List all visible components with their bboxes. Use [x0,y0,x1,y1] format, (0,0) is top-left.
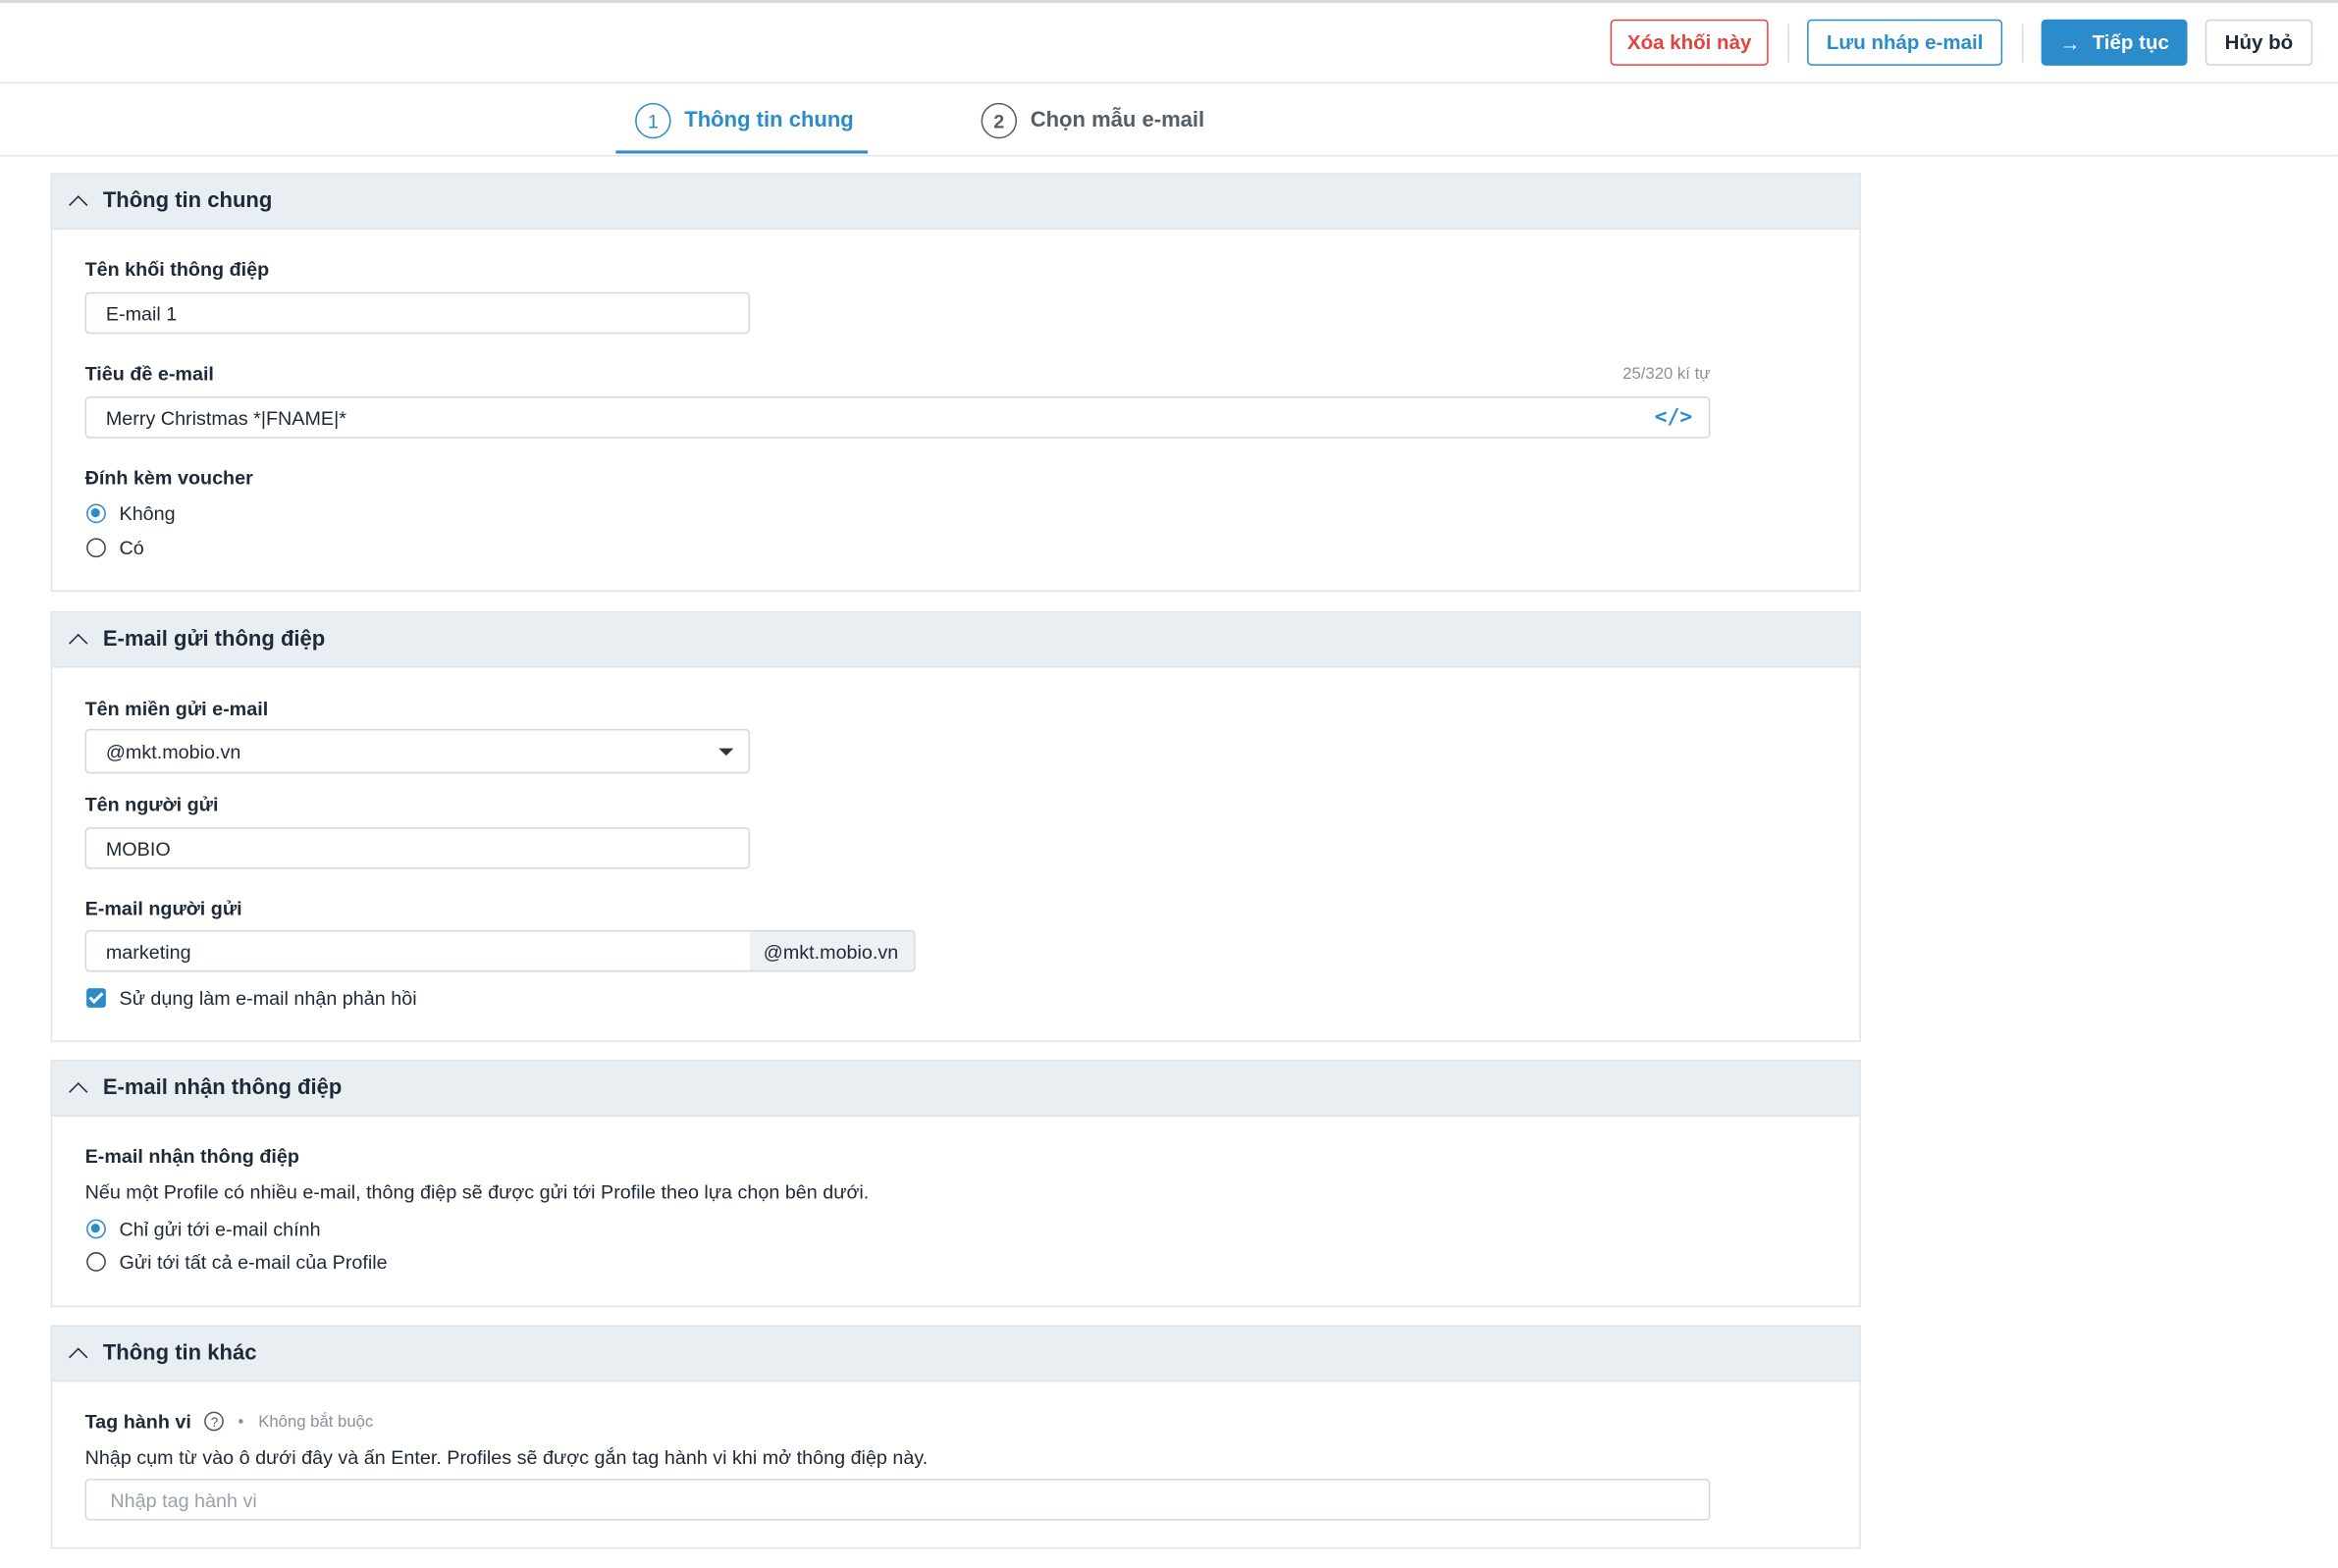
radio-selected[interactable] [86,1219,106,1239]
radio-label: Không [119,501,176,525]
step-number: 2 [981,102,1018,139]
radio-unselected[interactable] [86,1252,106,1272]
toolbar-divider [1787,24,1789,63]
delete-block-button[interactable]: Xóa khối này [1610,19,1769,66]
receiver-option-primary[interactable]: Chỉ gửi tới e-mail chính [86,1218,321,1240]
voucher-label: Đính kèm voucher [84,466,253,490]
reply-email-checkbox-row[interactable]: Sử dụng làm e-mail nhận phản hồi [86,986,417,1010]
active-step-indicator [615,150,869,154]
cancel-button[interactable]: Hủy bỏ [2205,19,2313,66]
radio-unselected[interactable] [86,538,106,558]
tag-label: Tag hành vi [84,1410,191,1433]
stepper: 1 Thông tin chung 2 Chọn mẫu e-mail [0,85,2338,157]
domain-value: @mkt.mobio.vn [105,740,241,763]
receiver-header[interactable]: E-mail nhận thông điệp [52,1061,1860,1117]
tag-input[interactable]: Nhập tag hành vi [84,1478,1711,1521]
subject-input[interactable]: Merry Christmas *|FNAME|* </> [84,396,1711,439]
save-draft-button[interactable]: Lưu nháp e-mail [1807,19,2003,66]
receiver-option-all[interactable]: Gửi tới tất cả e-mail của Profile [86,1250,388,1274]
tag-placeholder: Nhập tag hành vi [110,1488,257,1511]
separator-dot [239,1419,244,1424]
chevron-up-icon [69,195,88,215]
checkbox-checked[interactable] [86,988,106,1008]
other-info-header[interactable]: Thông tin khác [52,1326,1860,1383]
sender-header[interactable]: E-mail gửi thông điệp [52,612,1860,668]
subject-char-counter: 25/320 kí tự [1622,365,1711,384]
domain-select[interactable]: @mkt.mobio.vn [84,728,751,774]
optional-hint: Không bắt buộc [258,1412,374,1431]
toolbar-divider [2021,24,2024,63]
radio-label: Gửi tới tất cả e-mail của Profile [119,1250,388,1274]
receiver-panel: E-mail nhận thông điệp E-mail nhận thông… [50,1060,1861,1308]
continue-label: Tiếp tục [2092,30,2169,54]
general-info-header[interactable]: Thông tin chung [52,174,1860,230]
radio-selected[interactable] [86,503,106,524]
general-info-panel: Thông tin chung Tên khối thông điệp E-ma… [50,173,1861,593]
panel-title: E-mail gửi thông điệp [102,627,326,652]
step-general-info[interactable]: 1 Thông tin chung [635,97,854,145]
voucher-option-no[interactable]: Không [86,502,176,525]
voucher-option-yes[interactable]: Có [86,537,144,559]
sender-name-input[interactable]: MOBIO [84,827,751,869]
step-label: Chọn mẫu e-mail [1030,108,1205,133]
step-number: 1 [635,102,671,139]
receiver-label: E-mail nhận thông điệp [84,1144,299,1168]
continue-button[interactable]: → Tiếp tục [2041,19,2188,66]
receiver-description: Nếu một Profile có nhiều e-mail, thông đ… [84,1180,870,1203]
step-choose-template[interactable]: 2 Chọn mẫu e-mail [981,97,1205,145]
subject-label: Tiêu đề e-mail [84,362,214,385]
sender-email-input[interactable]: marketing [84,929,752,972]
step-label: Thông tin chung [684,108,854,133]
tag-label-row: Tag hành vi ? Không bắt buộc [85,1410,374,1433]
sender-panel: E-mail gửi thông điệp Tên miền gửi e-mai… [50,610,1861,1042]
panel-title: Thông tin khác [102,1341,257,1366]
other-info-panel: Thông tin khác Tag hành vi ? Không bắt b… [50,1325,1861,1549]
help-icon[interactable]: ? [204,1411,225,1432]
chevron-up-icon [69,1347,88,1367]
code-icon[interactable]: </> [1655,405,1692,429]
tag-description: Nhập cụm từ vào ô dưới đây và ấn Enter. … [84,1445,929,1469]
chevron-up-icon [69,1082,88,1102]
subject-value: Merry Christmas *|FNAME|* [105,405,346,429]
radio-label: Có [119,536,144,559]
panel-title: E-mail nhận thông điệp [102,1075,343,1101]
arrow-right-icon: → [2059,30,2081,55]
caret-down-icon [718,748,734,757]
chevron-up-icon [69,633,88,653]
sender-email-label: E-mail người gửi [84,897,242,920]
toolbar: Xóa khối này Lưu nháp e-mail → Tiếp tục … [0,3,2338,84]
domain-label: Tên miền gửi e-mail [84,697,269,720]
panel-title: Thông tin chung [102,188,273,214]
checkbox-label: Sử dụng làm e-mail nhận phản hồi [119,986,417,1010]
radio-label: Chỉ gửi tới e-mail chính [119,1218,321,1240]
sender-name-label: Tên người gửi [84,793,219,815]
block-name-label: Tên khối thông điệp [84,257,270,281]
email-domain-addon: @mkt.mobio.vn [750,929,916,972]
block-name-input[interactable]: E-mail 1 [84,291,751,335]
